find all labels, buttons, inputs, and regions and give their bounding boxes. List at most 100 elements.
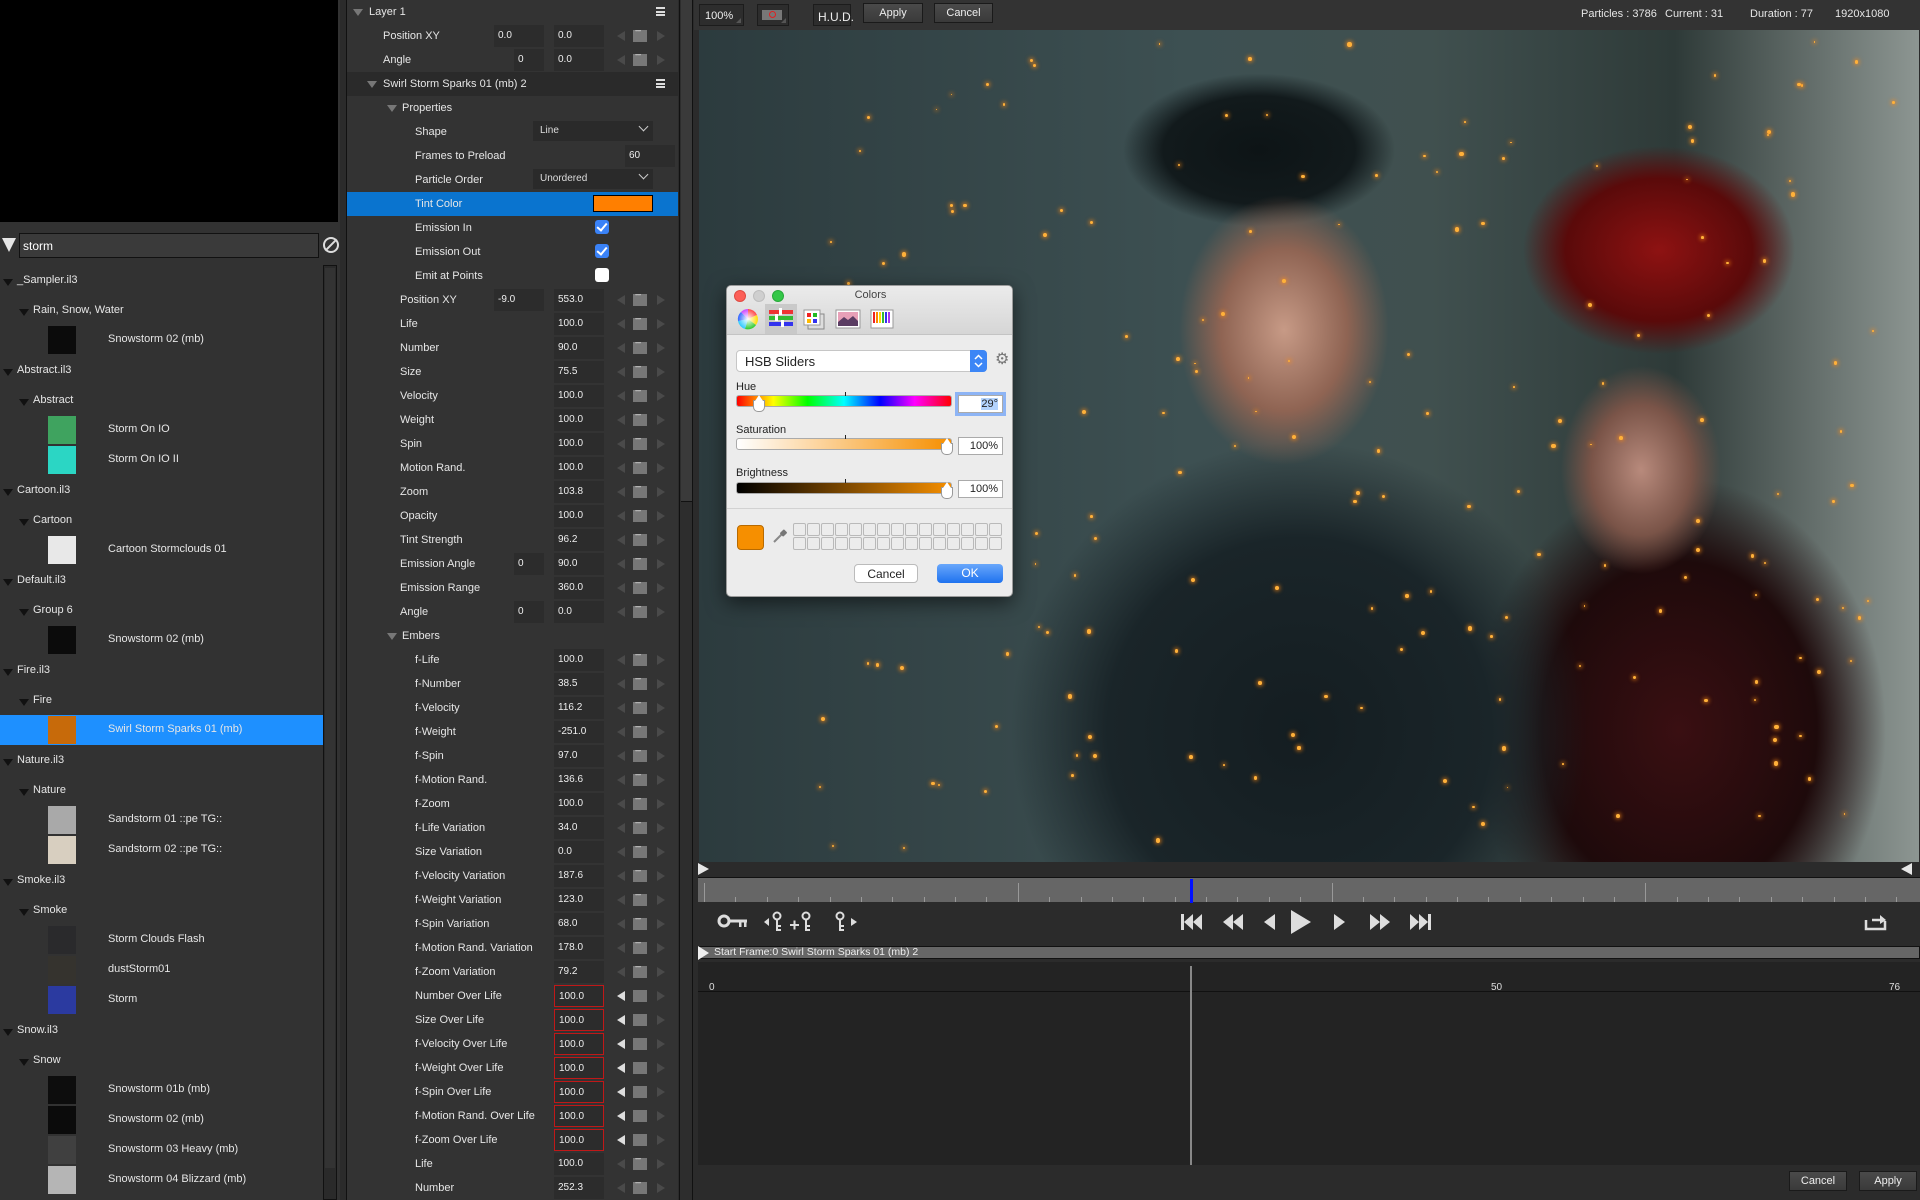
color-swatch-slot[interactable] bbox=[877, 523, 890, 536]
value-field[interactable]: 100.0 bbox=[554, 313, 604, 335]
value-field[interactable]: 68.0 bbox=[554, 913, 604, 935]
out-point-marker[interactable] bbox=[1901, 863, 1912, 875]
library-preset-item[interactable]: Swirl Storm Sparks 01 (mb) bbox=[0, 715, 323, 745]
library-preset-item[interactable]: Storm bbox=[0, 985, 323, 1015]
next-keyframe-icon[interactable] bbox=[657, 1015, 665, 1025]
previous-keyframe-icon[interactable] bbox=[617, 1087, 625, 1097]
next-keyframe-icon[interactable] bbox=[657, 511, 665, 521]
rewind-icon[interactable] bbox=[1223, 914, 1245, 930]
property-row[interactable]: f-Motion Rand. Over Life 100.0 bbox=[347, 1104, 678, 1128]
library-preset-item[interactable]: Storm Clouds Flash bbox=[0, 925, 323, 955]
value-field[interactable]: 100.0 bbox=[554, 1129, 604, 1151]
background-select[interactable] bbox=[757, 4, 789, 26]
keyframe-button[interactable] bbox=[633, 964, 647, 978]
keyframe-button[interactable] bbox=[633, 724, 647, 738]
value-field[interactable]: 0.0 bbox=[554, 49, 604, 71]
property-row[interactable]: Properties bbox=[347, 96, 678, 120]
property-row[interactable]: Zoom 103.8 bbox=[347, 480, 678, 504]
disclosure-triangle-icon[interactable] bbox=[3, 368, 13, 376]
previous-key-icon[interactable] bbox=[764, 911, 786, 933]
next-keyframe-icon[interactable] bbox=[657, 535, 665, 545]
property-row[interactable]: Velocity 100.0 bbox=[347, 384, 678, 408]
property-row[interactable]: Number Over Life 100.0 bbox=[347, 984, 678, 1008]
previous-keyframe-icon[interactable] bbox=[617, 751, 625, 761]
value-field-x[interactable]: -9.0 bbox=[494, 289, 544, 311]
previous-keyframe-icon[interactable] bbox=[617, 967, 625, 977]
previous-keyframe-icon[interactable] bbox=[617, 343, 625, 353]
previous-keyframe-icon[interactable] bbox=[617, 607, 625, 617]
library-scrollbar-thumb[interactable] bbox=[325, 268, 335, 1168]
library-file-node[interactable]: Nature.il3 bbox=[0, 745, 323, 775]
value-field[interactable]: 187.6 bbox=[554, 865, 604, 887]
cancel-button[interactable]: Cancel bbox=[1789, 1171, 1847, 1191]
step-forward-icon[interactable] bbox=[1334, 914, 1346, 930]
previous-keyframe-icon[interactable] bbox=[617, 463, 625, 473]
property-row[interactable]: Position XY -9.0 553.0 bbox=[347, 288, 678, 312]
previous-keyframe-icon[interactable] bbox=[617, 295, 625, 305]
play-icon[interactable] bbox=[1291, 910, 1313, 934]
previous-keyframe-icon[interactable] bbox=[617, 535, 625, 545]
next-keyframe-icon[interactable] bbox=[657, 895, 665, 905]
property-row[interactable]: Tint Color bbox=[347, 192, 678, 216]
previous-keyframe-icon[interactable] bbox=[617, 559, 625, 569]
library-preset-item[interactable]: dustStorm01 bbox=[0, 955, 323, 985]
property-row[interactable]: f-Motion Rand. Variation 178.0 bbox=[347, 936, 678, 960]
disclosure-triangle-icon[interactable] bbox=[367, 81, 377, 88]
keyframe-button[interactable] bbox=[633, 484, 647, 498]
eyedropper-icon[interactable] bbox=[772, 528, 788, 547]
next-key-icon[interactable] bbox=[835, 911, 857, 933]
value-field[interactable]: 97.0 bbox=[554, 745, 604, 767]
color-swatch-slot[interactable] bbox=[793, 523, 806, 536]
library-preset-item[interactable]: Snowstorm 02 (mb) bbox=[0, 625, 323, 655]
disclosure-triangle-icon[interactable] bbox=[19, 788, 29, 796]
playhead[interactable] bbox=[1190, 879, 1194, 903]
next-keyframe-icon[interactable] bbox=[657, 991, 665, 1001]
value-field[interactable]: 136.6 bbox=[554, 769, 604, 791]
value-field[interactable]: 178.0 bbox=[554, 937, 604, 959]
keyframe-button[interactable] bbox=[633, 990, 647, 1002]
property-row[interactable]: Angle 0 0.0 bbox=[347, 48, 678, 72]
disclosure-triangle-icon[interactable] bbox=[19, 908, 29, 916]
color-swatch-slot[interactable] bbox=[905, 523, 918, 536]
keyframe-button[interactable] bbox=[633, 1062, 647, 1074]
keyframe-button[interactable] bbox=[633, 436, 647, 450]
value-field[interactable]: 100.0 bbox=[554, 793, 604, 815]
next-keyframe-icon[interactable] bbox=[657, 1135, 665, 1145]
previous-keyframe-icon[interactable] bbox=[617, 1159, 625, 1169]
property-row[interactable]: f-Spin Variation 68.0 bbox=[347, 912, 678, 936]
library-group-node[interactable]: Abstract bbox=[0, 385, 323, 415]
previous-keyframe-icon[interactable] bbox=[617, 871, 625, 881]
next-keyframe-icon[interactable] bbox=[657, 823, 665, 833]
library-group-node[interactable]: Cartoon bbox=[0, 505, 323, 535]
disclosure-triangle-icon[interactable] bbox=[387, 633, 397, 640]
value-field[interactable]: 0.0 bbox=[554, 841, 604, 863]
keyframe-button[interactable] bbox=[633, 1156, 647, 1170]
property-row[interactable]: Life 100.0 bbox=[347, 1152, 678, 1176]
keyframe-button[interactable] bbox=[633, 892, 647, 906]
previous-keyframe-icon[interactable] bbox=[617, 319, 625, 329]
value-field[interactable]: 103.8 bbox=[554, 481, 604, 503]
property-row[interactable]: f-Velocity 116.2 bbox=[347, 696, 678, 720]
keyframe-button[interactable] bbox=[633, 340, 647, 354]
tint-color-swatch[interactable] bbox=[593, 195, 653, 212]
saturation-slider[interactable] bbox=[736, 435, 953, 455]
next-keyframe-icon[interactable] bbox=[657, 391, 665, 401]
property-row[interactable]: Emission In bbox=[347, 216, 678, 240]
in-point-marker[interactable] bbox=[698, 863, 709, 875]
library-preset-item[interactable]: Snowstorm 01b (mb) bbox=[0, 1075, 323, 1105]
value-field[interactable]: 100.0 bbox=[554, 1009, 604, 1031]
previous-keyframe-icon[interactable] bbox=[617, 1111, 625, 1121]
value-field[interactable]: 100.0 bbox=[554, 1081, 604, 1103]
keyframe-button[interactable] bbox=[633, 1180, 647, 1194]
library-preset-item[interactable]: Storm On IO bbox=[0, 415, 323, 445]
tab-pencils[interactable] bbox=[866, 304, 898, 334]
next-keyframe-icon[interactable] bbox=[657, 31, 665, 41]
next-keyframe-icon[interactable] bbox=[657, 487, 665, 497]
next-keyframe-icon[interactable] bbox=[657, 343, 665, 353]
disclosure-triangle-icon[interactable] bbox=[3, 878, 13, 886]
value-field-a[interactable]: 0 bbox=[514, 49, 544, 71]
value-field[interactable]: 116.2 bbox=[554, 697, 604, 719]
next-keyframe-icon[interactable] bbox=[657, 1111, 665, 1121]
library-file-node[interactable]: _Sampler.il3 bbox=[0, 265, 323, 295]
fast-forward-icon[interactable] bbox=[1370, 914, 1392, 930]
